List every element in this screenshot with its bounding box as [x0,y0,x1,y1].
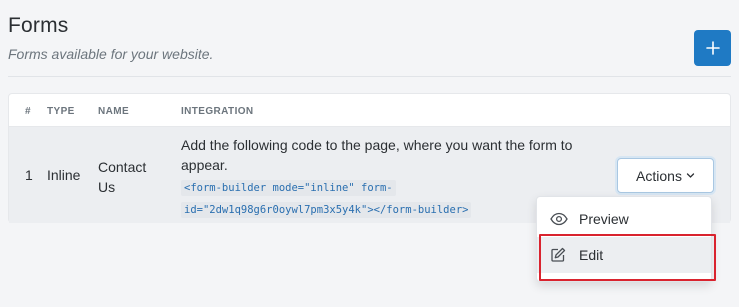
column-header-name: NAME [98,106,130,117]
actions-button-label: Actions [636,167,682,184]
edit-icon [550,247,572,263]
menu-item-edit[interactable]: Edit [537,237,711,273]
page-title: Forms [8,14,69,37]
add-form-button[interactable] [694,30,731,66]
table-header: # TYPE NAME INTEGRATION [9,94,730,127]
column-header-type: TYPE [47,106,75,117]
actions-dropdown-menu: Preview Edit [536,196,712,282]
column-header-index: # [25,106,31,117]
menu-item-preview-label: Preview [579,211,629,227]
menu-item-preview[interactable]: Preview [537,201,711,237]
page-subtitle: Forms available for your website. [8,46,214,62]
eye-icon [550,212,572,226]
integration-code-snippet[interactable]: <form-builder mode="inline" form-id="2dw… [181,180,472,218]
row-name: Contact Us [98,157,146,197]
menu-item-edit-label: Edit [579,247,604,263]
row-name-line1: Contact [98,159,147,175]
actions-button[interactable]: Actions [617,158,714,193]
header-divider [8,76,731,77]
integration-instructions: Add the following code to the page, wher… [181,137,573,173]
row-index: 1 [25,167,33,183]
chevron-down-icon [686,173,695,178]
row-name-line2: Us [98,179,116,195]
row-type: Inline [47,167,81,183]
page-header: Forms Forms available for your website. [8,14,731,62]
plus-icon [705,41,720,55]
column-header-integration: INTEGRATION [181,106,254,117]
